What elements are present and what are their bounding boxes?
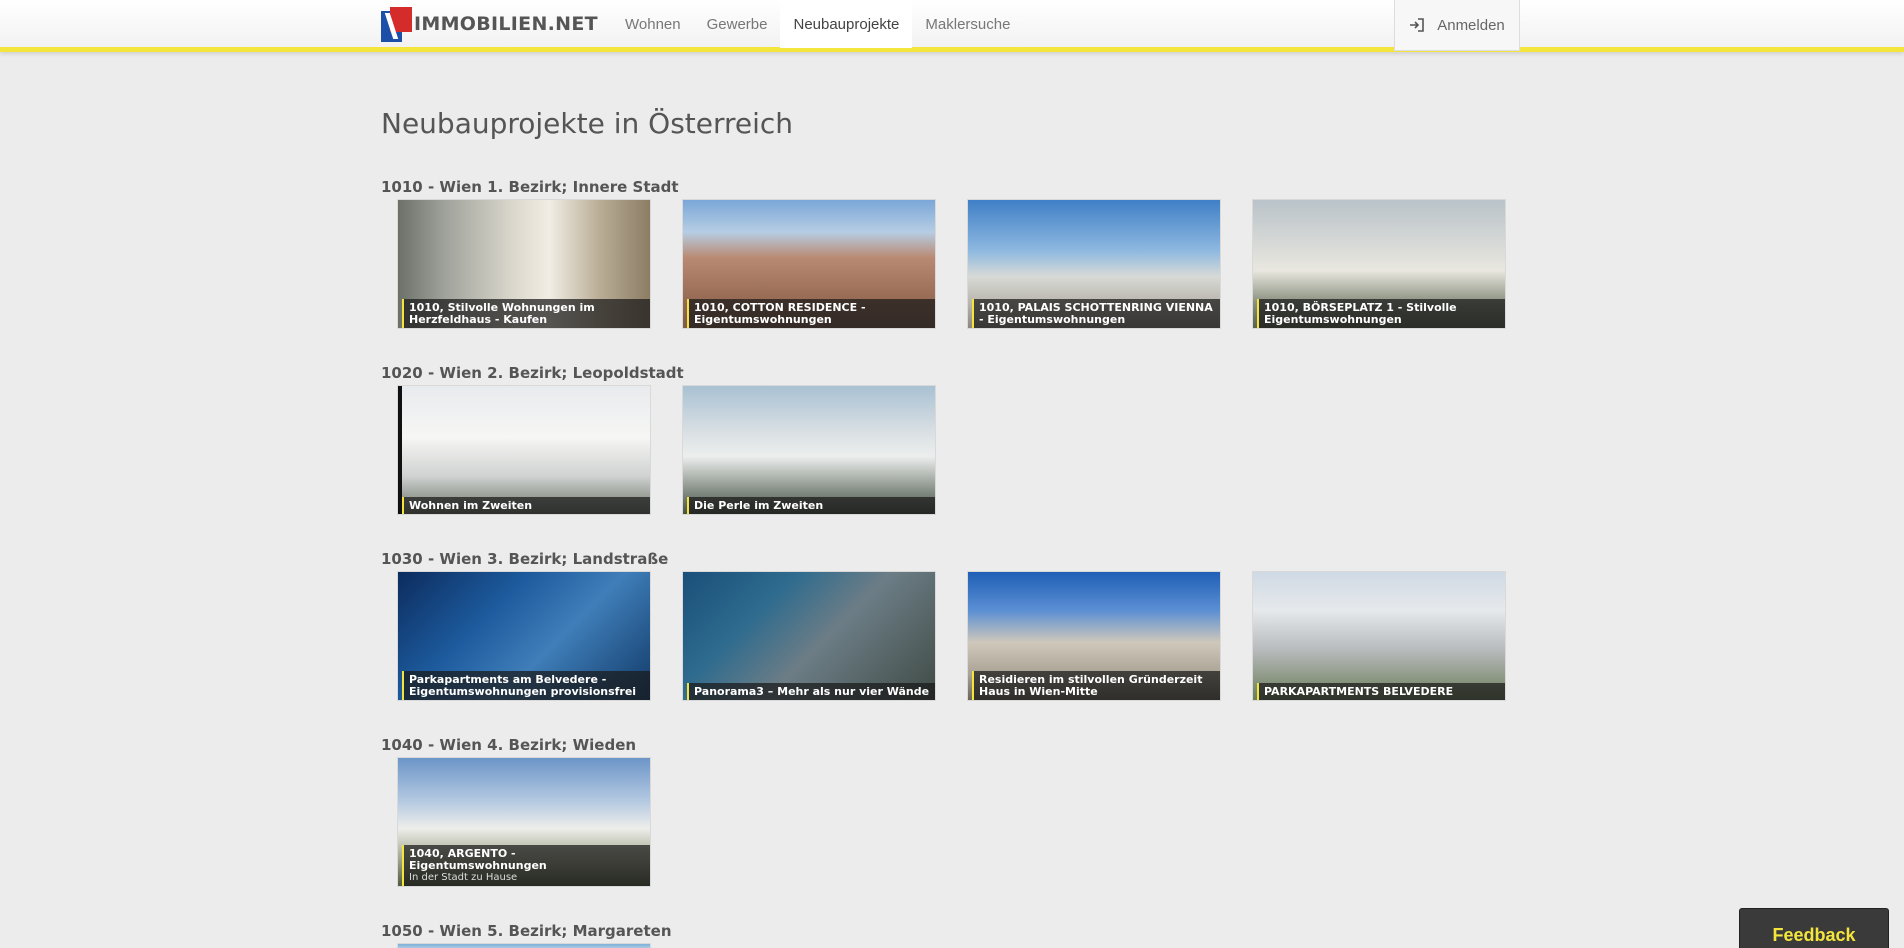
nav-item-maklersuche[interactable]: Maklersuche [912, 0, 1023, 48]
project-card-cotton-residence[interactable]: 1010, COTTON RESIDENCE - Eigentumswohnun… [682, 199, 936, 329]
project-card-wohnen-im-zweiten[interactable]: Wohnen im Zweiten [397, 385, 651, 515]
login-button[interactable]: Anmelden [1394, 0, 1520, 51]
logo-icon [381, 6, 412, 42]
district-title-1030: 1030 - Wien 3. Bezirk; Landstraße [381, 550, 669, 568]
project-image [1253, 572, 1505, 700]
project-image [398, 944, 650, 948]
project-image [398, 386, 650, 514]
top-navbar: IMMOBILIEN.NET Wohnen Gewerbe Neubauproj… [0, 0, 1904, 52]
project-card-boerseplatz[interactable]: 1010, BÖRSEPLATZ 1 - Stilvolle Eigentums… [1252, 199, 1506, 329]
district-title-1020: 1020 - Wien 2. Bezirk; Leopoldstadt [381, 364, 684, 382]
site-logo[interactable]: IMMOBILIEN.NET [381, 6, 598, 42]
project-card-palais-schottenring[interactable]: 1010, PALAIS SCHOTTENRING VIENNA - Eigen… [967, 199, 1221, 329]
logo-text: IMMOBILIEN.NET [414, 13, 598, 35]
feedback-button[interactable]: Feedback [1739, 908, 1889, 948]
project-image [683, 386, 935, 514]
page-title: Neubauprojekte in Österreich [381, 107, 794, 140]
project-card-perle-im-zweiten[interactable]: Die Perle im Zweiten [682, 385, 936, 515]
district-title-1010: 1010 - Wien 1. Bezirk; Innere Stadt [381, 178, 679, 196]
project-card-herzfeldhaus[interactable]: 1010, Stilvolle Wohnungen im Herzfeldhau… [397, 199, 651, 329]
sign-in-icon [1410, 18, 1425, 32]
project-title-text: 1040, ARGENTO - Eigentumswohnungen [409, 847, 547, 872]
project-card-partial[interactable] [397, 943, 651, 948]
login-label: Anmelden [1437, 16, 1505, 34]
district-title-1050: 1050 - Wien 5. Bezirk; Margareten [381, 922, 672, 940]
district-title-1040: 1040 - Wien 4. Bezirk; Wieden [381, 736, 637, 754]
project-card-parkapartments-belvedere-provisionsfrei[interactable]: Parkapartments am Belvedere - Eigentumsw… [397, 571, 651, 701]
project-title: Panorama3 – Mehr als nur vier Wände [687, 683, 935, 700]
project-image [683, 572, 935, 700]
project-card-parkapartments-belvedere[interactable]: PARKAPARTMENTS BELVEDERE [1252, 571, 1506, 701]
project-title: 1040, ARGENTO - Eigentumswohnungen In de… [402, 845, 650, 886]
project-subtitle: In der Stadt zu Hause [409, 872, 518, 883]
project-title: Residieren im stilvollen Gründerzeit Hau… [972, 671, 1220, 700]
nav-item-neubauprojekte[interactable]: Neubauprojekte [780, 0, 913, 48]
project-title: 1010, Stilvolle Wohnungen im Herzfeldhau… [402, 299, 650, 328]
project-title: Die Perle im Zweiten [687, 497, 935, 514]
project-title: PARKAPARTMENTS BELVEDERE [1257, 683, 1505, 700]
nav-item-gewerbe[interactable]: Gewerbe [694, 0, 781, 48]
project-title: 1010, BÖRSEPLATZ 1 - Stilvolle Eigentums… [1257, 299, 1505, 328]
project-title: 1010, PALAIS SCHOTTENRING VIENNA - Eigen… [972, 299, 1220, 328]
project-card-gruenderzeit-wien-mitte[interactable]: Residieren im stilvollen Gründerzeit Hau… [967, 571, 1221, 701]
project-title: Parkapartments am Belvedere - Eigentumsw… [402, 671, 650, 700]
project-card-panorama3[interactable]: Panorama3 – Mehr als nur vier Wände [682, 571, 936, 701]
main-nav: Wohnen Gewerbe Neubauprojekte Maklersuch… [612, 0, 1023, 48]
project-card-argento[interactable]: 1040, ARGENTO - Eigentumswohnungen In de… [397, 757, 651, 887]
project-title: 1010, COTTON RESIDENCE - Eigentumswohnun… [687, 299, 935, 328]
project-title: Wohnen im Zweiten [402, 497, 650, 514]
nav-item-wohnen[interactable]: Wohnen [612, 0, 694, 48]
